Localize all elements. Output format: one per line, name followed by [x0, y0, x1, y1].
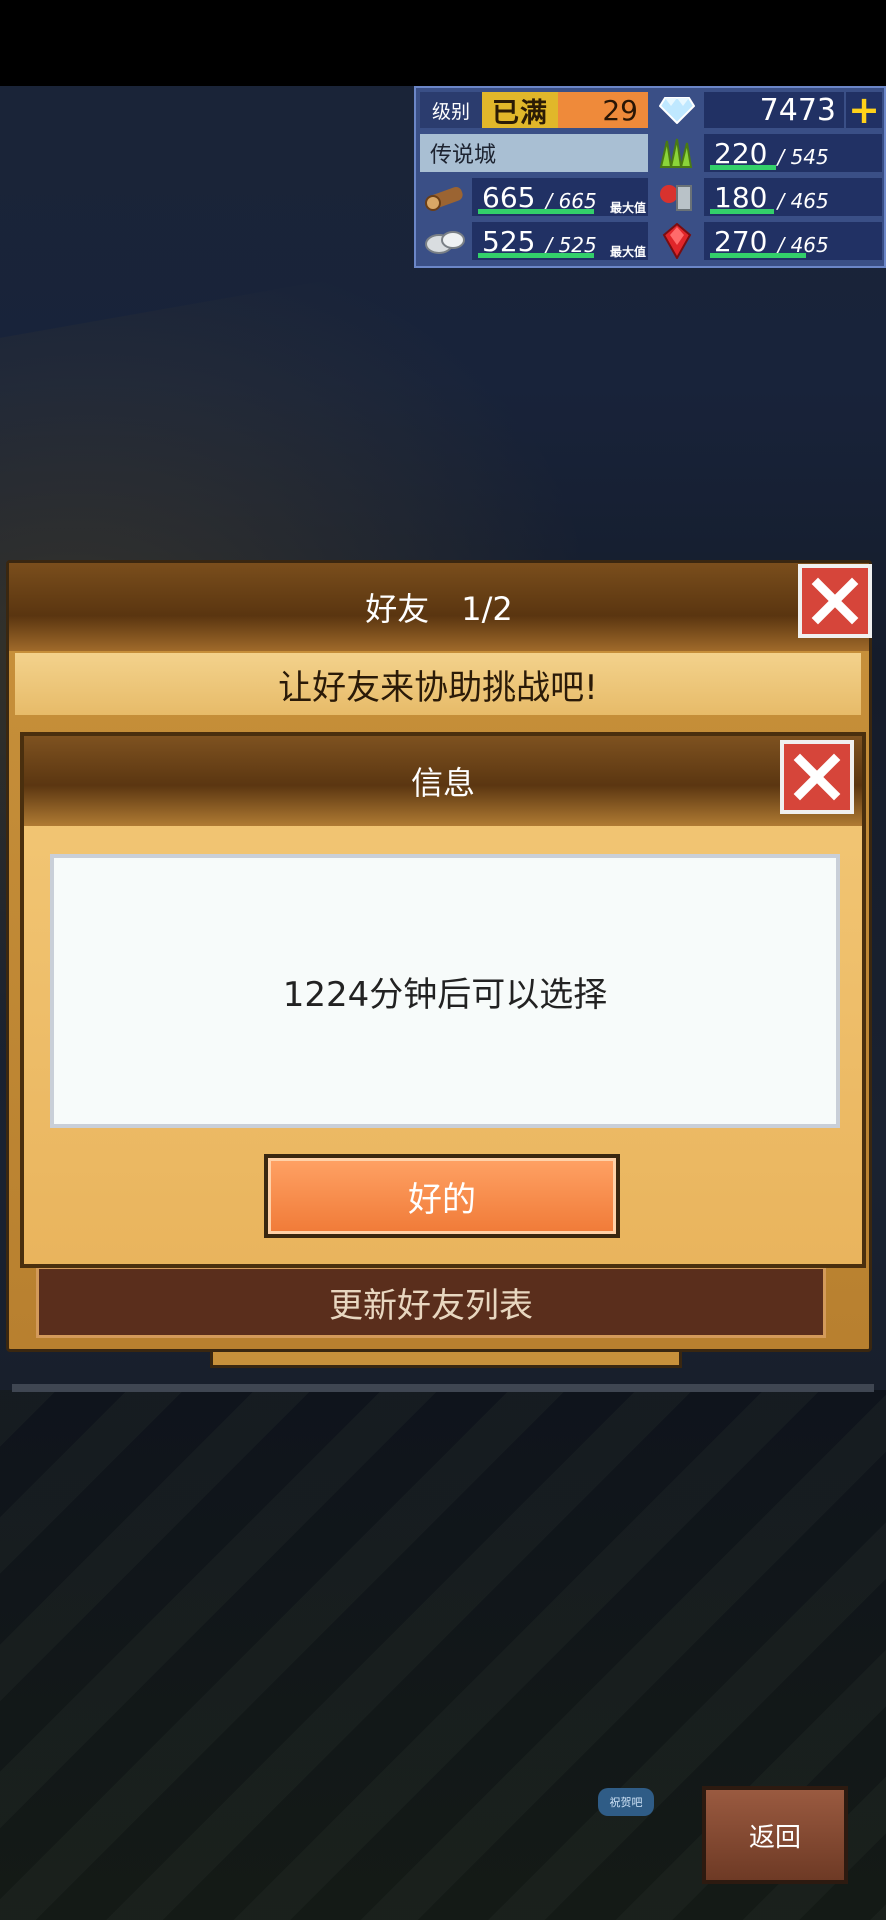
resource-hud: 级别 已满 29 7473 + 传说城 220 / 545 665 / 665 …: [414, 86, 886, 268]
grass-meter: 220 / 545: [704, 134, 882, 172]
info-close-button[interactable]: [780, 740, 854, 814]
status-bar: [0, 0, 886, 86]
wood-icon: [420, 178, 470, 216]
ruby-meter: 270 / 465: [704, 222, 882, 260]
friends-panel-subtitle: 让好友来协助挑战吧!: [15, 653, 861, 715]
ruby-icon: [652, 222, 702, 260]
panel-footer-tab: [210, 1352, 682, 1368]
wood-max-tag: 最大值: [609, 201, 646, 215]
stone-max-tag: 最大值: [609, 245, 646, 259]
food-fill: [710, 209, 774, 214]
grass-max: 545: [790, 145, 829, 169]
info-dialog: 信息 1224分钟后可以选择 好的: [20, 732, 866, 1268]
divider: [12, 1384, 874, 1392]
info-message: 1224分钟后可以选择: [50, 854, 840, 1128]
wood-fill: [478, 209, 594, 214]
wood-meter: 665 / 665 最大值: [472, 178, 648, 216]
ruby-value: 270: [714, 225, 768, 258]
friends-close-button[interactable]: [798, 564, 872, 638]
food-icon: [652, 178, 702, 216]
diamond-icon: [652, 92, 702, 128]
grass-icon: [652, 134, 702, 172]
stone-fill: [478, 253, 594, 258]
chat-bubble[interactable]: 祝贺吧: [598, 1788, 654, 1816]
ok-button[interactable]: 好的: [264, 1154, 620, 1238]
gem-count: 7473: [704, 92, 844, 128]
stone-icon: [420, 222, 470, 260]
stone-meter: 525 / 525 最大值: [472, 222, 648, 260]
level-max-badge: 已满: [482, 92, 558, 129]
food-value: 180: [714, 181, 768, 214]
town-name: 传说城: [420, 134, 648, 172]
ruby-fill: [710, 253, 806, 258]
add-gems-button[interactable]: +: [846, 88, 882, 132]
level-value: 29: [558, 92, 648, 128]
food-meter: 180 / 465: [704, 178, 882, 216]
info-dialog-title: 信息: [24, 736, 862, 826]
close-icon: [811, 577, 859, 625]
level-label: 级别: [420, 92, 482, 128]
stone-value: 525: [482, 225, 536, 258]
food-max: 465: [790, 189, 829, 213]
wood-value: 665: [482, 181, 536, 214]
friends-panel-title: 好友 1/2: [9, 563, 869, 651]
close-icon: [793, 753, 841, 801]
back-button[interactable]: 返回: [702, 1786, 848, 1884]
grass-value: 220: [714, 137, 768, 170]
refresh-friends-button[interactable]: 更新好友列表: [36, 1266, 826, 1338]
grass-fill: [710, 165, 776, 170]
